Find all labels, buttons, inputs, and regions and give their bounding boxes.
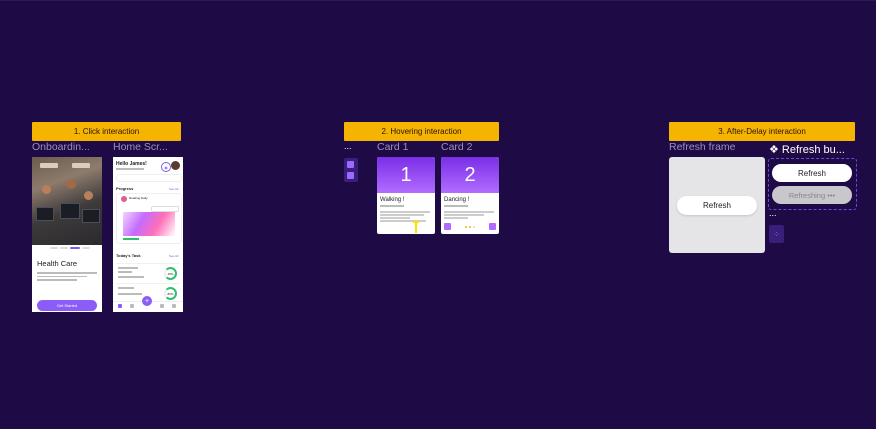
onboarding-pager: [50, 247, 90, 249]
section-label-hover: 2. Hovering interaction: [344, 122, 499, 141]
onboarding-frame[interactable]: Health Care Get Started: [32, 157, 102, 312]
top-edge: [0, 0, 876, 1]
refresh-frame[interactable]: Refresh: [669, 157, 765, 253]
refresh-button-default[interactable]: Refresh: [772, 164, 852, 182]
document-icon[interactable]: [160, 304, 164, 308]
bottom-nav: +: [113, 296, 183, 312]
section-label-delay: 3. After-Delay interaction: [669, 122, 855, 141]
chat-icon[interactable]: [172, 304, 176, 308]
frame-title-home[interactable]: Home Scr...: [113, 141, 183, 153]
refresh-button[interactable]: Refresh: [677, 196, 757, 215]
frame-title-refresh[interactable]: Refresh frame: [669, 141, 736, 153]
search-input[interactable]: [116, 174, 182, 182]
frame-title-onboarding[interactable]: Onboardin...: [32, 141, 106, 153]
task-item[interactable]: 45%: [116, 263, 180, 281]
task-progress-ring: 45%: [164, 267, 177, 280]
card-component-set[interactable]: [344, 158, 358, 182]
home-screen-frame[interactable]: Hello James! ◉ Progress See All Reading …: [113, 157, 183, 312]
component-title-ellipsis: ...: [344, 141, 352, 151]
progress-card-title: Reading Daily: [129, 196, 148, 200]
component-title-ellipsis: ...: [769, 208, 777, 218]
add-button[interactable]: +: [142, 296, 152, 306]
card-1[interactable]: 1 Walking !: [377, 157, 435, 234]
section-label-click: 1. Click interaction: [32, 122, 181, 141]
calendar-icon[interactable]: [130, 304, 134, 308]
card-2-heading: Dancing !: [444, 197, 470, 203]
tasks-heading: Today's Task: [116, 253, 141, 258]
refresh-button-loading[interactable]: Refreshing •••: [772, 186, 852, 204]
get-started-button[interactable]: Get Started: [37, 300, 97, 311]
card-1-heading: Walking !: [380, 197, 405, 203]
progress-bar: [123, 238, 139, 240]
frame-title-card-2[interactable]: Card 2: [441, 141, 473, 153]
progress-card-image: [123, 212, 175, 236]
home-icon[interactable]: [118, 304, 122, 308]
progress-card[interactable]: Reading Daily: [116, 193, 182, 244]
loading-dots-icon[interactable]: ⁘: [769, 225, 784, 243]
card-1-number: 1: [377, 157, 435, 193]
card-2[interactable]: 2 Dancing !: [441, 157, 499, 234]
next-arrow-icon[interactable]: [489, 223, 496, 230]
task-progress-ring: 80%: [164, 287, 177, 300]
home-subtitle: [116, 168, 144, 170]
component-title-refresh-button[interactable]: ❖ Refresh bu...: [769, 143, 859, 156]
tasks-see-all-link[interactable]: See All: [169, 254, 178, 258]
notification-icon[interactable]: ◉: [161, 162, 171, 172]
home-greeting: Hello James!: [116, 161, 147, 167]
frame-title-card-1[interactable]: Card 1: [377, 141, 409, 153]
onboarding-headline: Health Care: [37, 259, 78, 268]
prev-arrow-icon[interactable]: [444, 223, 451, 230]
hover-cursor-icon: [413, 221, 419, 233]
card-2-number: 2: [441, 157, 499, 193]
avatar[interactable]: [171, 161, 180, 170]
onboarding-photo: [32, 157, 102, 245]
onboarding-body-text: [37, 272, 97, 284]
book-icon: [121, 196, 127, 202]
progress-heading: Progress: [116, 186, 134, 191]
progress-see-all-link[interactable]: See All: [169, 187, 178, 191]
